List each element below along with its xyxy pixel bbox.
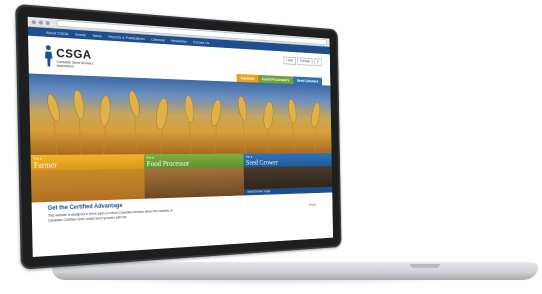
card-seed-grower[interactable]: For a Seed Grower Seed Grower Login — [243, 153, 332, 195]
nav-item-about[interactable]: About CSGA — [46, 30, 69, 36]
card-food-processor[interactable]: For a Food Processor — [144, 154, 244, 199]
laptop-notch — [410, 264, 440, 268]
hero-wheat-image — [29, 73, 332, 154]
laptop-screen: About CSGA Seeds News Reports & Publicat… — [28, 17, 333, 257]
nav-item-contact[interactable]: Contact Us — [193, 40, 209, 46]
header-utilities: Login Français ⚲ — [284, 57, 322, 67]
francais-link[interactable]: Français — [297, 57, 313, 65]
laptop-lid-wrap: About CSGA Seeds News Reports & Publicat… — [18, 4, 398, 266]
card-grower-title: Seed Grower — [246, 158, 278, 166]
nav-item-news[interactable]: News — [93, 33, 102, 38]
nav-item-newsletter[interactable]: Newsletter — [171, 38, 187, 44]
card-processor-title: Food Processor — [147, 159, 190, 168]
browser-reload-icon[interactable] — [46, 21, 50, 25]
card-farmer[interactable]: For a Farmer — [31, 154, 145, 202]
nav-item-calendar[interactable]: Calendar — [151, 37, 165, 43]
wheat-illustration — [29, 73, 332, 154]
person-logo-icon — [44, 45, 54, 67]
laptop: About CSGA Seeds News Reports & Publicat… — [0, 0, 542, 294]
search-icon[interactable]: ⚲ — [314, 58, 322, 66]
side-news-label[interactable]: News — [309, 203, 315, 207]
login-link[interactable]: Login — [284, 57, 296, 65]
browser-forward-icon[interactable] — [39, 20, 43, 24]
card-farmer-title: Farmer — [34, 161, 57, 170]
logo-full-name: Canadian Seed Growers' Association — [56, 60, 98, 70]
laptop-lid: About CSGA Seeds News Reports & Publicat… — [15, 4, 341, 270]
browser-back-icon[interactable] — [32, 20, 36, 24]
nav-item-seeds[interactable]: Seeds — [75, 32, 86, 38]
